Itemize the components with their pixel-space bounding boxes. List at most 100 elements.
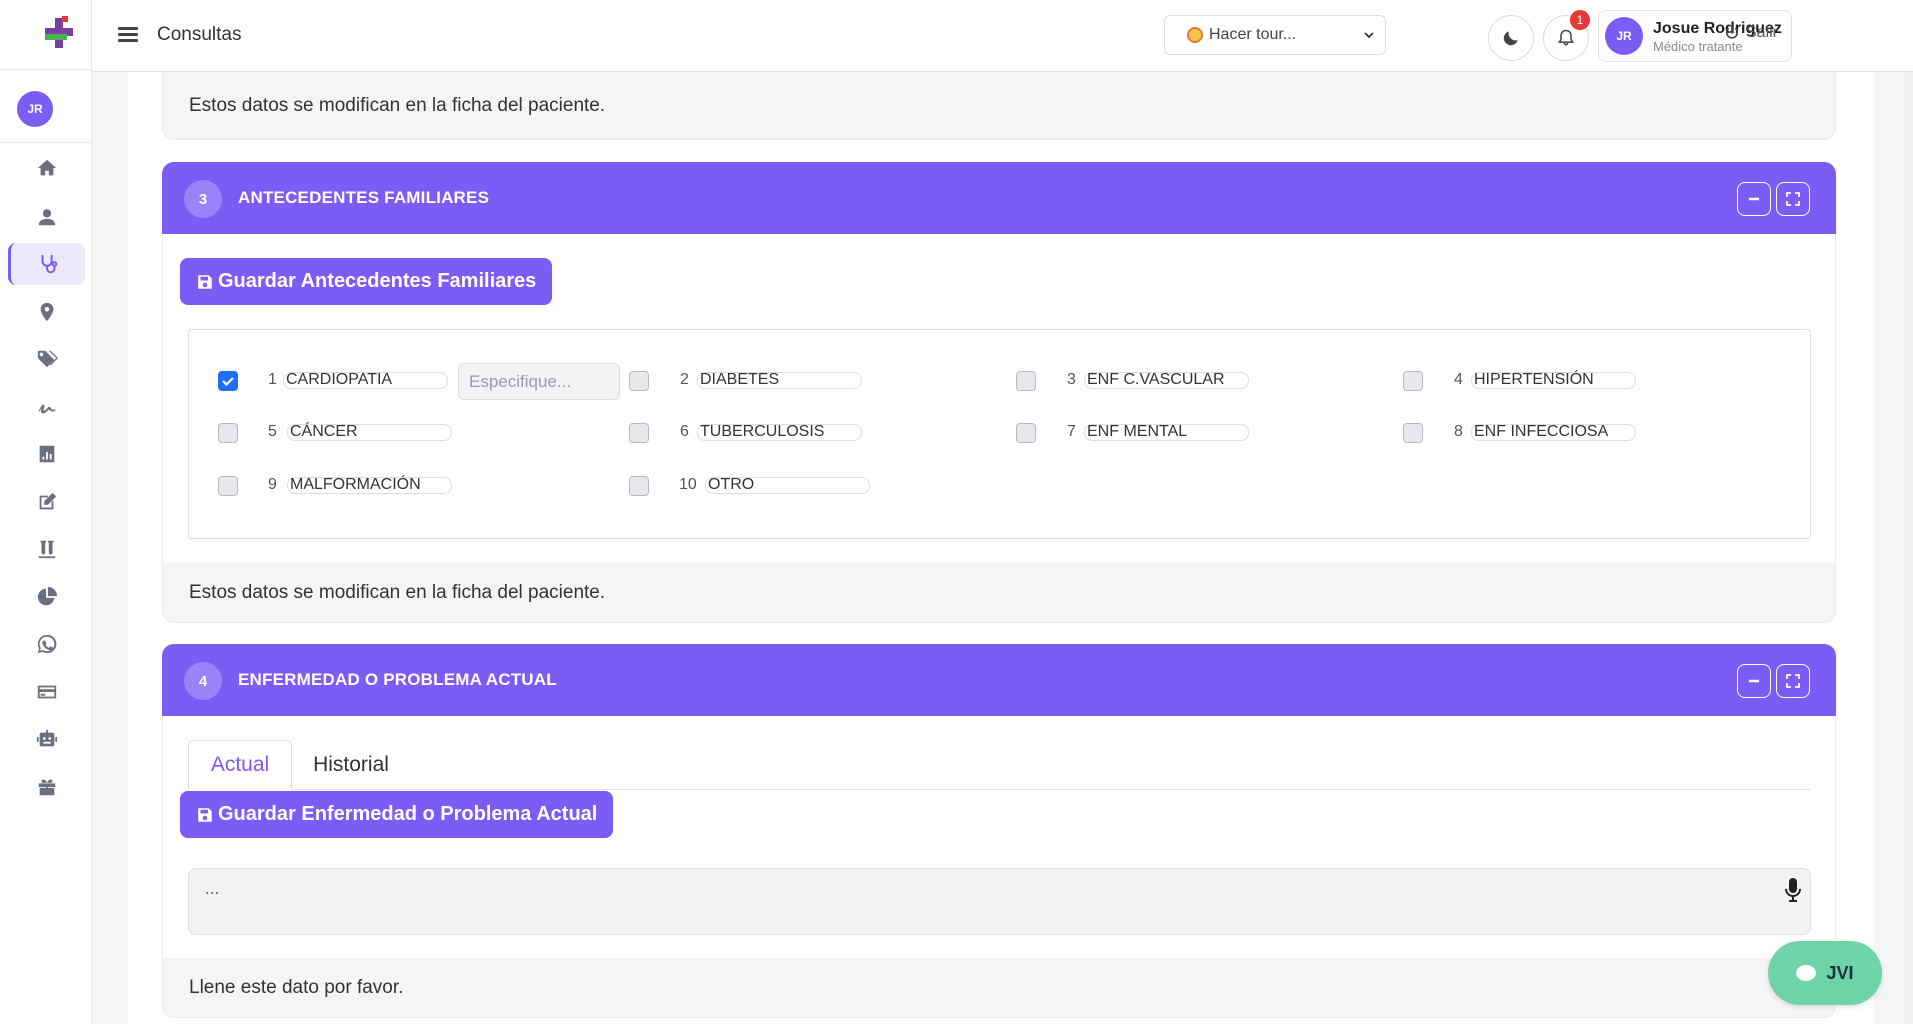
whatsapp-icon [37, 634, 56, 654]
hamburger-icon-bar [118, 33, 138, 36]
specify-input[interactable]: Especifique... [458, 363, 620, 400]
tab-historial[interactable]: Historial [296, 740, 406, 790]
checkbox-otro[interactable] [629, 476, 649, 496]
checkbox-hipertension[interactable] [1403, 371, 1423, 391]
sidebar-item-gifts[interactable] [8, 766, 85, 808]
item-number: 3 [1067, 371, 1076, 388]
sidebar-avatar[interactable]: JR [17, 91, 53, 127]
collapse-button[interactable] [1737, 664, 1771, 698]
section-note: Estos datos se modifican en la ficha del… [162, 72, 1836, 140]
compass-icon [1187, 27, 1203, 43]
checkbox-tuberculosis[interactable] [629, 423, 649, 443]
section-title: ENFERMEDAD O PROBLEMA ACTUAL [238, 670, 557, 689]
checkbox-diabetes[interactable] [629, 371, 649, 391]
credit-card-icon [37, 685, 56, 699]
logout-button[interactable]: Salir [1724, 24, 1778, 42]
item-label: CÁNCER [287, 424, 452, 441]
sidebar-item-reports[interactable] [8, 433, 85, 475]
section-header-antecedentes-familiares: 3 ANTECEDENTES FAMILIARES [162, 162, 1836, 234]
divider [0, 69, 92, 70]
tab-actual[interactable]: Actual [188, 740, 292, 790]
checkbox-enf-infecciosa[interactable] [1403, 423, 1423, 443]
sidebar-item-patients[interactable] [8, 196, 85, 238]
chat-label: JVI [1826, 962, 1854, 983]
sidebar-item-whatsapp[interactable] [8, 623, 85, 665]
expand-icon [1786, 674, 1800, 688]
section-note: Llene este dato por favor. [162, 958, 1836, 1018]
sidebar: JR [0, 0, 92, 1024]
sidebar-item-consultations[interactable] [8, 243, 85, 285]
expand-button[interactable] [1776, 664, 1810, 698]
section-header-enfermedad-actual: 4 ENFERMEDAD O PROBLEMA ACTUAL [162, 644, 1836, 716]
divider [0, 142, 92, 143]
item-label: OTRO [705, 477, 870, 494]
item-label: ENF MENTAL [1084, 424, 1249, 441]
checkbox-cardiopatia[interactable] [218, 371, 238, 391]
item-number: 7 [1067, 423, 1076, 440]
sidebar-item-statistics[interactable] [8, 576, 85, 618]
user-icon [38, 209, 55, 226]
checkbox-cancer[interactable] [218, 423, 238, 443]
chat-assistant-button[interactable]: JVI [1768, 941, 1882, 1005]
microphone-icon[interactable] [1783, 877, 1803, 903]
item-label: MALFORMACIÓN [287, 477, 452, 494]
item-label: DIABETES [697, 372, 862, 389]
gift-icon [38, 779, 55, 796]
stethoscope-icon [41, 254, 58, 274]
item-label: CARDIOPATIA [283, 372, 448, 389]
current-illness-textarea[interactable]: ... [188, 868, 1811, 935]
item-number: 6 [680, 423, 689, 440]
notification-badge: 1 [1570, 10, 1590, 30]
item-number: 2 [680, 371, 689, 388]
chat-bubble-icon [1796, 965, 1817, 981]
section-title: ANTECEDENTES FAMILIARES [238, 188, 490, 207]
power-icon [1725, 25, 1739, 39]
sidebar-item-payments[interactable] [8, 671, 85, 713]
tabs-divider [188, 789, 1810, 790]
minus-icon [1749, 679, 1759, 683]
section-note: Estos datos se modifican en la ficha del… [162, 563, 1836, 623]
sidebar-item-lab[interactable] [8, 528, 85, 570]
sidebar-item-edit[interactable] [8, 481, 85, 523]
tour-select[interactable]: Hacer tour... [1164, 15, 1386, 55]
sidebar-item-tags[interactable] [8, 338, 85, 380]
scrollbar[interactable] [1904, 72, 1913, 1024]
menu-toggle-button[interactable] [118, 24, 140, 46]
dark-mode-toggle[interactable] [1488, 15, 1534, 61]
logout-label: Salir [1746, 24, 1779, 41]
robot-icon [36, 729, 57, 747]
chevron-down-icon [1364, 32, 1374, 39]
section-number: 4 [184, 662, 222, 700]
item-number: 1 [268, 371, 277, 388]
item-label: ENF INFECCIOSA [1471, 424, 1636, 441]
checkbox-enf-cvascular[interactable] [1016, 371, 1036, 391]
save-current-illness-button[interactable]: Guardar Enfermedad o Problema Actual [180, 791, 614, 838]
save-icon [198, 274, 212, 289]
collapse-button[interactable] [1737, 182, 1771, 216]
signature-icon [38, 404, 55, 414]
edit-icon [39, 492, 56, 510]
save-family-history-button[interactable]: Guardar Antecedentes Familiares [180, 258, 553, 305]
hamburger-icon [118, 27, 138, 30]
checkbox-malformacion[interactable] [218, 476, 238, 496]
home-icon [37, 159, 56, 176]
bell-icon [1557, 29, 1575, 46]
item-number: 5 [268, 423, 277, 440]
expand-button[interactable] [1776, 182, 1810, 216]
item-number: 9 [268, 476, 277, 493]
sidebar-item-locations[interactable] [8, 291, 85, 333]
sidebar-item-assistant[interactable] [8, 718, 85, 760]
tour-select-value: Hacer tour... [1209, 26, 1297, 43]
app-logo[interactable] [40, 14, 80, 54]
minus-icon [1749, 197, 1759, 201]
check-icon [222, 377, 234, 387]
hamburger-icon-bar [118, 39, 138, 42]
avatar: JR [1605, 17, 1643, 55]
checkbox-enf-mental[interactable] [1016, 423, 1036, 443]
item-number: 4 [1454, 371, 1463, 388]
item-label: TUBERCULOSIS [697, 424, 862, 441]
save-current-illness-label: Guardar Enfermedad o Problema Actual [218, 803, 598, 825]
sidebar-item-signature[interactable] [8, 386, 85, 428]
save-family-history-label: Guardar Antecedentes Familiares [218, 270, 537, 292]
sidebar-item-home[interactable] [8, 147, 85, 189]
